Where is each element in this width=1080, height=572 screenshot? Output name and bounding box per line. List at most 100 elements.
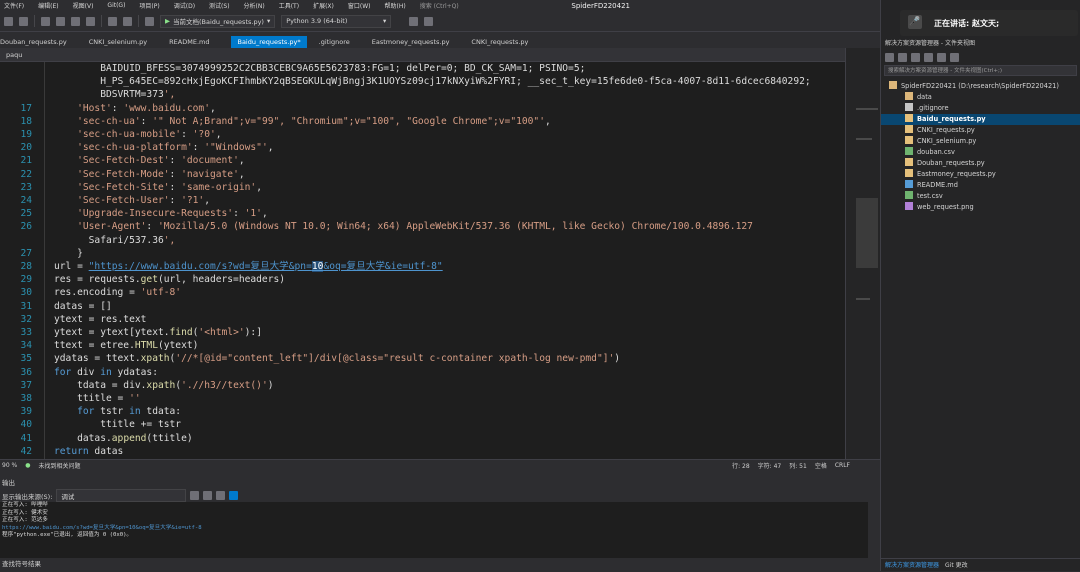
scope-label[interactable]: paqu xyxy=(6,51,22,59)
code-line[interactable]: 18 'sec-ch-ua': '" Not A;Brand";v="99", … xyxy=(0,115,845,128)
scroll-thumb[interactable] xyxy=(856,198,878,268)
menu-debug[interactable]: 调试(D) xyxy=(174,1,195,10)
redo-icon[interactable] xyxy=(123,16,132,26)
toggle-wrap-icon[interactable] xyxy=(229,491,239,500)
forward-icon[interactable] xyxy=(898,52,907,62)
code-line[interactable]: 34 ttext = etree.HTML(ytext) xyxy=(0,339,845,352)
tree-item[interactable]: README.md xyxy=(881,180,1080,191)
bottom-tab-find-symbol[interactable]: 查找符号结果 xyxy=(0,558,880,571)
code-editor[interactable]: BAIDUID_BFESS=3074999252C2CBB3CEBC9A65E5… xyxy=(0,62,845,459)
tools-icon[interactable] xyxy=(424,16,434,26)
tree-item[interactable]: .gitignore xyxy=(881,103,1080,114)
collapse-all-icon[interactable] xyxy=(937,52,946,62)
code-line[interactable]: 23 'Sec-Fetch-Site': 'same-origin', xyxy=(0,181,845,194)
new-file-icon[interactable] xyxy=(41,16,50,26)
editor-scrollbar[interactable] xyxy=(845,48,880,459)
tab-douban-requests[interactable]: Douban_requests.py xyxy=(0,36,89,48)
tree-item[interactable]: web_request.png xyxy=(881,202,1080,213)
code-line[interactable]: 20 'sec-ch-ua-platform': '"Windows"', xyxy=(0,141,845,154)
save-all-icon[interactable] xyxy=(86,16,95,26)
save-icon[interactable] xyxy=(71,16,80,26)
tab-cnki-selenium[interactable]: CNKI_selenium.py xyxy=(89,36,169,48)
code-line[interactable]: 24 'Sec-Fetch-User': '?1', xyxy=(0,194,845,207)
forward-icon[interactable] xyxy=(19,16,28,26)
tab-eastmoney-requests[interactable]: Eastmoney_requests.py xyxy=(372,36,472,48)
output-text[interactable]: 正在写入: 哔哩哔 正在写入: 健术安 正在写入: 范达多 https://ww… xyxy=(0,502,868,558)
word-wrap-icon[interactable] xyxy=(203,491,213,500)
undo-icon[interactable] xyxy=(108,16,117,26)
grid-icon[interactable] xyxy=(409,16,419,26)
code-line[interactable]: BDSVRTM=373', xyxy=(0,88,845,101)
zoom-level[interactable]: 90 % xyxy=(2,462,17,469)
code-line[interactable]: 33 ytext = ytext[ytext.find('<html>'):] xyxy=(0,326,845,339)
code-line[interactable]: 36 for div in ydatas: xyxy=(0,366,845,379)
menu-search[interactable]: 搜索 (Ctrl+Q) xyxy=(420,1,459,10)
home-icon[interactable] xyxy=(911,52,920,62)
code-line[interactable]: 31 datas = [] xyxy=(0,300,845,313)
code-line[interactable]: 41 datas.append(ttitle) xyxy=(0,432,845,445)
menu-window[interactable]: 窗口(W) xyxy=(348,1,371,10)
tree-item[interactable]: CNKI_selenium.py xyxy=(881,136,1080,147)
menu-test[interactable]: 测试(S) xyxy=(209,1,230,10)
tree-item[interactable]: douban.csv xyxy=(881,147,1080,158)
find-icon[interactable] xyxy=(216,491,226,500)
clear-all-icon[interactable] xyxy=(190,491,200,500)
menu-git[interactable]: Git(G) xyxy=(107,2,125,9)
menu-tools[interactable]: 工具(T) xyxy=(279,1,299,10)
code-line[interactable]: 40 ttitle += tstr xyxy=(0,418,845,431)
menu-edit[interactable]: 编辑(E) xyxy=(38,1,58,10)
refresh-icon[interactable] xyxy=(924,52,933,62)
code-line[interactable]: 39 for tstr in tdata: xyxy=(0,405,845,418)
menu-view[interactable]: 视图(V) xyxy=(73,1,94,10)
code-line[interactable]: 19 'sec-ch-ua-mobile': '?0', xyxy=(0,128,845,141)
menu-analyze[interactable]: 分析(N) xyxy=(244,1,265,10)
run-target-combo[interactable]: ▶ 当前文档(Baidu_requests.py) ▾ xyxy=(160,14,276,28)
menu-help[interactable]: 帮助(H) xyxy=(385,1,406,10)
menu-extensions[interactable]: 扩展(X) xyxy=(313,1,334,10)
output-source-select[interactable]: 调试 xyxy=(56,489,187,502)
eol-mode[interactable]: CRLF xyxy=(835,462,850,469)
code-line[interactable]: 17 'Host': 'www.baidu.com', xyxy=(0,102,845,115)
code-line[interactable]: 32 ytext = res.text xyxy=(0,313,845,326)
navigation-bar[interactable]: paqu xyxy=(0,48,850,62)
code-line[interactable]: 26 'User-Agent': 'Mozilla/5.0 (Windows N… xyxy=(0,220,845,233)
code-line[interactable]: Safari/537.36', xyxy=(0,234,845,247)
code-line[interactable]: 25 'Upgrade-Insecure-Requests': '1', xyxy=(0,207,845,220)
tree-item[interactable]: Douban_requests.py xyxy=(881,158,1080,169)
code-line[interactable]: 42 return datas xyxy=(0,445,845,458)
tree-item[interactable]: Eastmoney_requests.py xyxy=(881,169,1080,180)
menu-file[interactable]: 文件(F) xyxy=(4,1,24,10)
code-line[interactable]: H_PS_645EC=892cHxjEgoKCFIhmbKY2qBSEGKULq… xyxy=(0,75,845,88)
tab-gitignore[interactable]: .gitignore xyxy=(319,36,372,48)
code-line[interactable]: 22 'Sec-Fetch-Mode': 'navigate', xyxy=(0,168,845,181)
tab-mode[interactable]: 空格 xyxy=(815,461,827,470)
tab-git-changes[interactable]: Git 更改 xyxy=(945,559,968,571)
tab-readme[interactable]: README.md xyxy=(169,36,231,48)
code-line[interactable]: 27 } xyxy=(0,247,845,260)
back-icon[interactable] xyxy=(885,52,894,62)
tree-item[interactable]: Baidu_requests.py xyxy=(881,114,1080,125)
menu-project[interactable]: 项目(P) xyxy=(139,1,159,10)
tab-baidu-requests[interactable]: Baidu_requests.py* xyxy=(231,36,307,48)
code-line[interactable]: 21 'Sec-Fetch-Dest': 'document', xyxy=(0,154,845,167)
tab-solution-explorer[interactable]: 解决方案资源管理器 xyxy=(885,559,939,571)
code-line[interactable]: 29 res = requests.get(url, headers=header… xyxy=(0,273,845,286)
output-scrollbar[interactable] xyxy=(868,502,880,558)
code-line[interactable]: 28 url = "https://www.baidu.com/s?wd=复旦大学… xyxy=(0,260,845,273)
code-line[interactable]: 38 ttitle = '' xyxy=(0,392,845,405)
code-line[interactable]: 30 res.encoding = 'utf-8' xyxy=(0,286,845,299)
code-line[interactable]: 35 ydatas = ttext.xpath('//*[@id="content… xyxy=(0,352,845,365)
tree-item[interactable]: test.csv xyxy=(881,191,1080,202)
browse-icon[interactable] xyxy=(145,16,154,26)
tree-item[interactable]: CNKI_requests.py xyxy=(881,125,1080,136)
open-folder-icon[interactable] xyxy=(56,16,65,26)
solution-explorer-search[interactable]: 搜索解决方案资源管理器 - 文件夹视图(Ctrl+;) xyxy=(884,65,1077,76)
tree-item[interactable]: data xyxy=(881,92,1080,103)
settings-icon[interactable] xyxy=(950,52,959,62)
code-line[interactable]: 37 tdata = div.xpath('.//h3//text()') xyxy=(0,379,845,392)
issues-status[interactable]: 未找到相关问题 xyxy=(39,461,81,470)
tab-cnki-requests[interactable]: CNKI_requests.py xyxy=(471,36,550,48)
tree-item[interactable]: SpiderFD220421 (D:\research\SpiderFD2204… xyxy=(881,81,1080,92)
code-line[interactable]: BAIDUID_BFESS=3074999252C2CBB3CEBC9A65E5… xyxy=(0,62,845,75)
python-env-combo[interactable]: Python 3.9 (64-bit) ▾ xyxy=(281,14,392,28)
